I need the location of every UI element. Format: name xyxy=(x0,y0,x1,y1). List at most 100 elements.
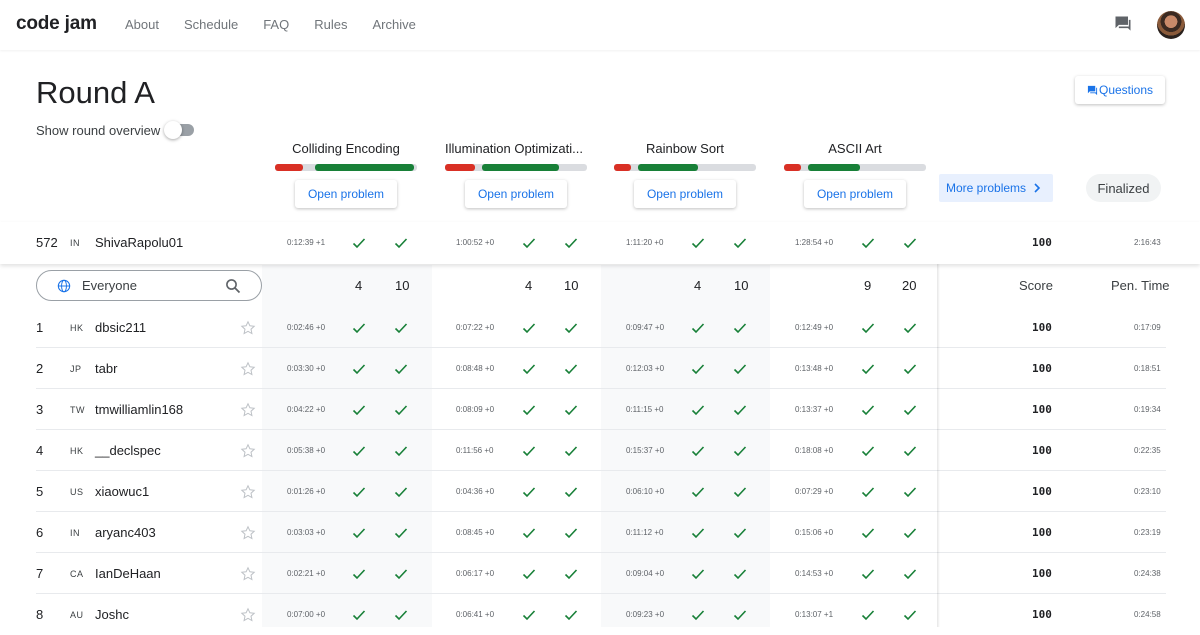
check-icon xyxy=(690,471,706,512)
solve-time: 0:07:22 +0 xyxy=(456,323,495,332)
solve-time: 1:11:20 +0 xyxy=(626,238,664,247)
table-row[interactable]: 6 IN aryanc403 0:03:03 +0 0:08:45 +0 0:1… xyxy=(0,512,1200,553)
score-column-header[interactable]: Score xyxy=(1019,278,1053,293)
star-icon[interactable] xyxy=(240,430,256,471)
open-problem-button[interactable]: Open problem xyxy=(465,180,567,208)
username[interactable]: Joshc xyxy=(95,594,129,635)
check-icon xyxy=(563,471,579,512)
table-row[interactable]: 3 TW tmwilliamlin168 0:04:22 +0 0:08:09 … xyxy=(0,389,1200,430)
score: 100 xyxy=(1032,485,1052,498)
score: 100 xyxy=(1032,362,1052,375)
check-icon xyxy=(690,512,706,553)
username[interactable]: dbsic211 xyxy=(95,307,146,348)
check-icon xyxy=(690,348,706,389)
nav-link-about[interactable]: About xyxy=(125,17,159,32)
penalty-time: 0:22:35 xyxy=(1134,446,1161,455)
open-problem-button[interactable]: Open problem xyxy=(634,180,736,208)
table-row[interactable]: 4 HK __declspec 0:05:38 +0 0:11:56 +0 0:… xyxy=(0,430,1200,471)
questions-button[interactable]: Questions xyxy=(1075,76,1165,104)
score: 100 xyxy=(1032,236,1052,249)
score: 100 xyxy=(1032,444,1052,457)
nav-link-rules[interactable]: Rules xyxy=(314,17,347,32)
problem-name: ASCII Art xyxy=(828,141,882,156)
check-icon xyxy=(690,594,706,635)
star-icon[interactable] xyxy=(240,307,256,348)
star-icon[interactable] xyxy=(240,471,256,512)
check-icon xyxy=(902,553,918,594)
nav-link-faq[interactable]: FAQ xyxy=(263,17,289,32)
search-icon[interactable] xyxy=(225,278,241,294)
star-icon[interactable] xyxy=(240,594,256,635)
table-row[interactable]: 7 CA IanDeHaan 0:02:21 +0 0:06:17 +0 0:0… xyxy=(0,553,1200,594)
check-icon xyxy=(563,389,579,430)
nav-link-schedule[interactable]: Schedule xyxy=(184,17,238,32)
solve-time: 0:06:41 +0 xyxy=(456,610,495,619)
table-row[interactable]: 1 HK dbsic211 0:02:46 +0 0:07:22 +0 0:09… xyxy=(0,307,1200,348)
more-problems-button[interactable]: More problems xyxy=(939,174,1053,202)
nav-link-archive[interactable]: Archive xyxy=(372,17,415,32)
solve-time: 0:12:39 +1 xyxy=(287,238,326,247)
toggle-knob xyxy=(164,121,182,139)
chat-bubble-icon[interactable] xyxy=(1113,14,1133,34)
open-problem-button[interactable]: Open problem xyxy=(295,180,397,208)
solve-time: 0:04:22 +0 xyxy=(287,405,326,414)
country-code: AU xyxy=(70,609,84,620)
code-jam-logo[interactable]: code jam xyxy=(16,13,97,35)
more-problems-label: More problems xyxy=(946,181,1027,195)
problem-header-3: Rainbow Sort Open problem xyxy=(614,141,766,208)
score: 100 xyxy=(1032,403,1052,416)
check-icon xyxy=(690,222,706,263)
open-problem-button[interactable]: Open problem xyxy=(804,180,906,208)
username[interactable]: xiaowuc1 xyxy=(95,471,149,512)
round-status-badge: Finalized xyxy=(1086,174,1161,202)
username[interactable]: ShivaRapolu01 xyxy=(95,222,183,263)
penalty-time: 0:23:19 xyxy=(1134,528,1161,537)
username[interactable]: tabr xyxy=(95,348,117,389)
check-icon xyxy=(902,348,918,389)
penalty-time: 0:17:09 xyxy=(1134,323,1161,332)
check-icon xyxy=(732,348,748,389)
username[interactable]: __declspec xyxy=(95,430,161,471)
round-overview-toggle[interactable] xyxy=(164,121,194,139)
user-avatar[interactable] xyxy=(1157,11,1185,39)
current-user-row[interactable]: 572 IN ShivaRapolu01 0:12:39 +1 1:00:52 … xyxy=(0,222,1200,264)
table-row[interactable]: 8 AU Joshc 0:07:00 +0 0:06:41 +0 0:09:23… xyxy=(0,594,1200,635)
scoreboard-filter[interactable]: Everyone xyxy=(36,270,262,301)
nav-links: About Schedule FAQ Rules Archive xyxy=(125,17,441,32)
problem-progress-bar xyxy=(445,164,587,171)
check-icon xyxy=(393,512,409,553)
filter-value[interactable]: Everyone xyxy=(82,278,225,293)
solve-time: 0:11:12 +0 xyxy=(626,528,664,537)
penalty-time-column-header[interactable]: Pen. Time xyxy=(1111,278,1170,293)
username[interactable]: aryanc403 xyxy=(95,512,156,553)
check-icon xyxy=(860,553,876,594)
solve-time: 0:11:15 +0 xyxy=(626,405,664,414)
penalty-time: 0:24:58 xyxy=(1134,610,1161,619)
solve-time: 0:14:53 +0 xyxy=(795,569,834,578)
username[interactable]: tmwilliamlin168 xyxy=(95,389,183,430)
problem-points-large: 10 xyxy=(395,278,410,293)
check-icon xyxy=(393,430,409,471)
check-icon xyxy=(351,307,367,348)
check-icon xyxy=(351,553,367,594)
problem-progress-bar xyxy=(784,164,926,171)
country-code: JP xyxy=(70,363,82,374)
solve-time: 0:04:36 +0 xyxy=(456,487,495,496)
penalty-time: 0:23:10 xyxy=(1134,487,1161,496)
star-icon[interactable] xyxy=(240,348,256,389)
solve-time: 0:13:37 +0 xyxy=(795,405,834,414)
table-row[interactable]: 2 JP tabr 0:03:30 +0 0:08:48 +0 0:12:03 … xyxy=(0,348,1200,389)
star-icon[interactable] xyxy=(240,389,256,430)
username[interactable]: IanDeHaan xyxy=(95,553,161,594)
table-row[interactable]: 5 US xiaowuc1 0:01:26 +0 0:04:36 +0 0:06… xyxy=(0,471,1200,512)
star-icon[interactable] xyxy=(240,512,256,553)
check-icon xyxy=(393,389,409,430)
check-icon xyxy=(393,307,409,348)
solve-time: 0:06:17 +0 xyxy=(456,569,495,578)
score: 100 xyxy=(1032,567,1052,580)
penalty-time: 0:19:34 xyxy=(1134,405,1161,414)
problem-header-1: Colliding Encoding Open problem xyxy=(275,141,427,208)
star-icon[interactable] xyxy=(240,553,256,594)
check-icon xyxy=(860,222,876,263)
problem-name: Colliding Encoding xyxy=(292,141,400,156)
